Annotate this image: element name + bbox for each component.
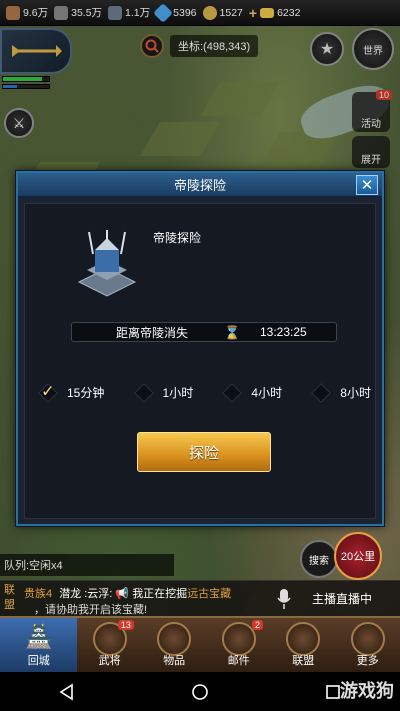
countdown-bar: 距离帝陵消失 ⌛ 13:23:25 bbox=[71, 322, 337, 342]
dialog-body: 帝陵探险 距离帝陵消失 ⌛ 13:23:25 15分钟 1小时 4小时 8小时 bbox=[24, 203, 376, 519]
menu-label: 回城 bbox=[27, 655, 50, 667]
menu-generals[interactable]: 13 武将 bbox=[77, 618, 142, 672]
return-city-button[interactable]: 🏯 回城 bbox=[0, 618, 78, 672]
dialog-title: 帝陵探险 bbox=[173, 178, 226, 193]
chat-highlight: 远古宝藏 bbox=[187, 588, 232, 600]
duration-option-1h[interactable]: 1小时 bbox=[133, 382, 194, 403]
duration-label: 4小时 bbox=[251, 386, 283, 400]
menu-mail[interactable]: 2 邮件 bbox=[206, 618, 271, 672]
menu-label: 联盟 bbox=[292, 655, 315, 667]
treasure-chest-icon bbox=[157, 622, 192, 656]
menu-alliance[interactable]: 联盟 bbox=[271, 618, 336, 672]
duration-option-4h[interactable]: 4小时 bbox=[222, 382, 283, 403]
back-icon[interactable] bbox=[58, 683, 76, 701]
duration-label: 15分钟 bbox=[67, 386, 105, 400]
tomb-name: 帝陵探险 bbox=[153, 231, 202, 245]
duration-option-15min[interactable]: 15分钟 bbox=[38, 382, 105, 403]
distance-label: 20公里 bbox=[340, 551, 376, 563]
menu-items[interactable]: 物品 bbox=[142, 618, 207, 672]
chat-rank: 贵族4 bbox=[24, 588, 53, 600]
search-label: 搜索 bbox=[309, 555, 329, 567]
castle-icon: 🏯 bbox=[25, 624, 53, 649]
explore-label: 探险 bbox=[188, 444, 219, 462]
home-icon[interactable] bbox=[191, 683, 209, 701]
queue-status: 队列:空闲x4 bbox=[4, 560, 63, 572]
duration-label: 8小时 bbox=[340, 386, 371, 400]
alliance-chat-tag: 联盟 bbox=[4, 584, 15, 611]
checkbox[interactable] bbox=[311, 382, 332, 403]
distance-locator-button[interactable]: 20公里 bbox=[334, 532, 382, 580]
menu-more[interactable]: 更多 bbox=[335, 618, 400, 672]
alliance-shield-icon bbox=[286, 622, 321, 656]
close-icon: ✕ bbox=[360, 177, 374, 194]
mail-icon bbox=[221, 622, 256, 656]
duration-options: 15分钟 1小时 4小时 8小时 bbox=[38, 382, 371, 403]
menu-label: 邮件 bbox=[227, 655, 250, 667]
close-button[interactable]: ✕ bbox=[356, 175, 378, 195]
march-queue[interactable]: 队列:空闲x4 bbox=[0, 554, 174, 576]
chat-message-line2: ，请协助我开启该宝藏! bbox=[34, 604, 148, 616]
checkbox[interactable] bbox=[133, 382, 154, 403]
watermark-logo: 游戏狗 bbox=[340, 681, 394, 701]
menu-label: 物品 bbox=[163, 655, 186, 667]
countdown-value: 13:23:25 bbox=[260, 325, 307, 339]
bottom-menu: 🏯 回城 13 武将 物品 2 邮件 联盟 更多 bbox=[0, 616, 400, 672]
chat-sender: 潜龙 :云浮: bbox=[59, 588, 113, 600]
voice-button[interactable] bbox=[270, 585, 298, 613]
megaphone-icon: 📢 bbox=[115, 588, 130, 600]
imperial-tomb-image bbox=[77, 230, 137, 297]
microphone-icon bbox=[277, 589, 291, 609]
menu-label: 武将 bbox=[98, 655, 121, 667]
chat-text: 我正在挖掘 bbox=[132, 588, 188, 600]
duration-label: 1小时 bbox=[162, 386, 194, 400]
more-icon bbox=[350, 622, 385, 656]
menu-label: 更多 bbox=[356, 655, 379, 667]
generals-badge: 13 bbox=[117, 620, 134, 630]
chat-bar[interactable]: 联盟 贵族4 潜龙 :云浮: 📢 我正在挖掘远古宝藏 ，请协助我开启该宝藏! 主… bbox=[0, 580, 400, 616]
search-button[interactable]: 搜索 bbox=[300, 540, 338, 578]
mail-badge: 2 bbox=[251, 620, 263, 630]
dialog-header: 帝陵探险 bbox=[18, 173, 382, 197]
duration-option-8h[interactable]: 8小时 bbox=[311, 382, 371, 403]
live-stream-label[interactable]: 主播直播中 bbox=[312, 590, 372, 607]
countdown-label: 距离帝陵消失 bbox=[116, 325, 189, 340]
checkbox[interactable] bbox=[222, 382, 243, 403]
explore-button[interactable]: 探险 bbox=[137, 432, 271, 472]
chat-message-line1: 贵族4 潜龙 :云浮: 📢 我正在挖掘远古宝藏 bbox=[24, 585, 231, 601]
tomb-exploration-dialog: 帝陵探险 ✕ 帝陵探险 距离帝陵消失 ⌛ 13:23:25 15分钟 bbox=[16, 171, 384, 526]
hourglass-icon: ⌛ bbox=[224, 325, 241, 340]
checkbox-checked[interactable] bbox=[38, 382, 58, 403]
